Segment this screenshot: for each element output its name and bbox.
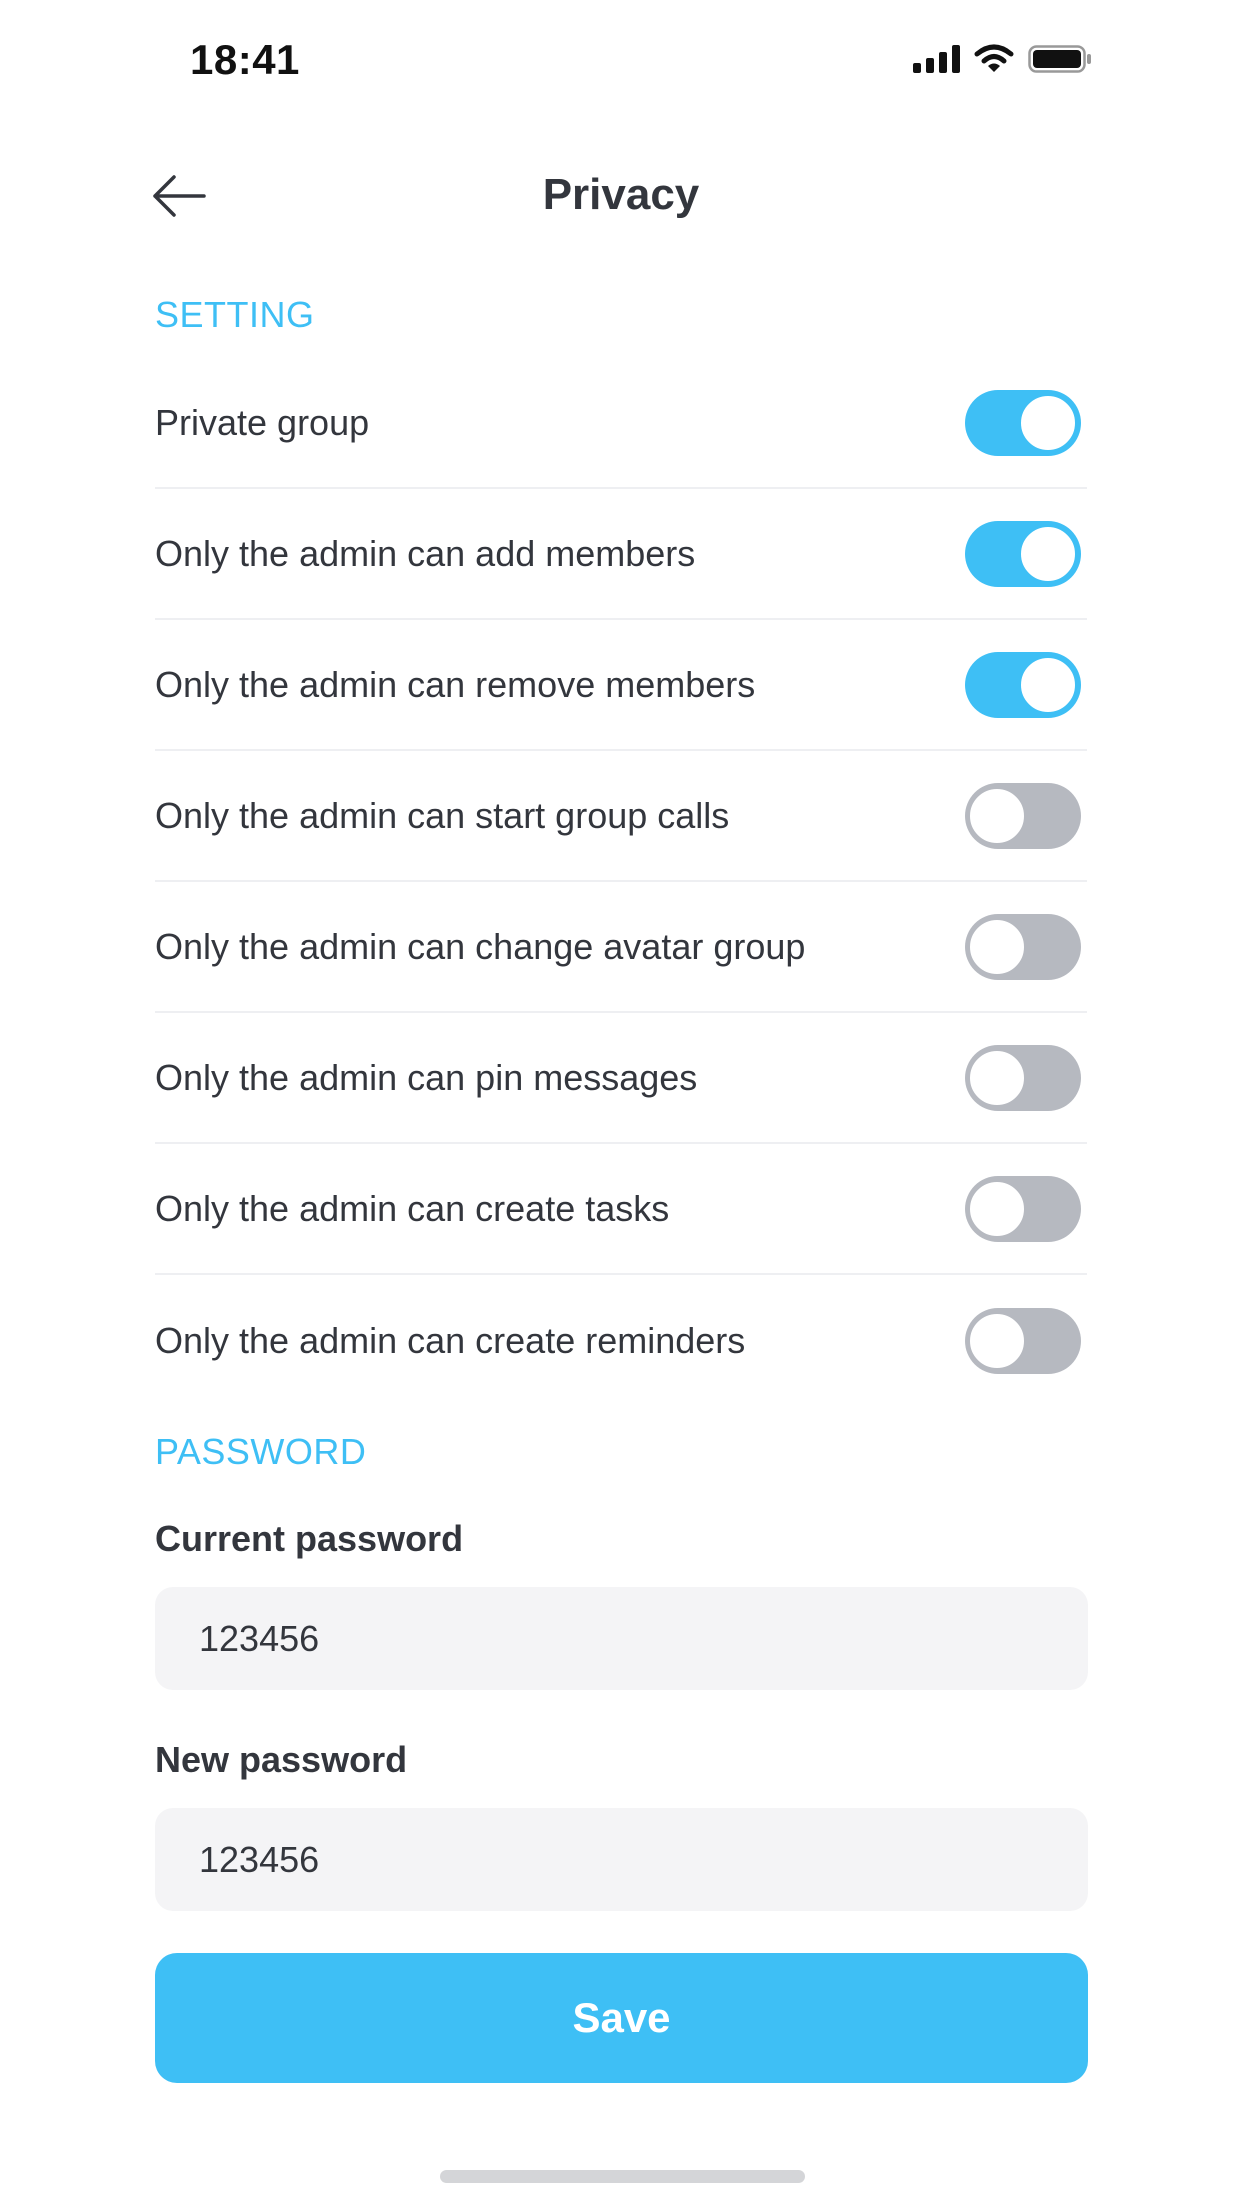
- toggle-label: Only the admin can change avatar group: [155, 925, 806, 967]
- switch-knob: [968, 917, 1026, 976]
- toggle-row-create-reminders: Only the admin can create reminders: [155, 1275, 1087, 1406]
- group-calls-switch[interactable]: [965, 782, 1081, 849]
- create-reminders-switch[interactable]: [965, 1307, 1081, 1374]
- header: Privacy: [0, 150, 1242, 240]
- wifi-icon: [974, 44, 1014, 74]
- status-icons: [913, 44, 1092, 74]
- toggle-row-change-avatar: Only the admin can change avatar group: [155, 882, 1087, 1013]
- toggle-label: Only the admin can remove members: [155, 663, 756, 705]
- password-section-label: PASSWORD: [155, 1431, 367, 1472]
- toggle-label: Only the admin can create reminders: [155, 1319, 746, 1361]
- signal-icon: [913, 45, 960, 73]
- battery-icon: [1028, 44, 1092, 74]
- settings-toggle-list: Private group Only the admin can add mem…: [155, 358, 1087, 1406]
- toggle-row-add-members: Only the admin can add members: [155, 489, 1087, 620]
- add-members-switch[interactable]: [965, 520, 1081, 587]
- switch-knob: [1019, 524, 1077, 583]
- new-password-input[interactable]: [155, 1808, 1088, 1911]
- status-time: 18:41: [190, 36, 300, 83]
- switch-knob: [968, 1179, 1026, 1238]
- remove-members-switch[interactable]: [965, 651, 1081, 718]
- switch-knob: [1019, 393, 1077, 452]
- switch-knob: [968, 1048, 1026, 1107]
- setting-section-label: SETTING: [155, 294, 315, 335]
- current-password-label: Current password: [155, 1518, 464, 1559]
- toggle-label: Only the admin can start group calls: [155, 794, 730, 836]
- toggle-row-private-group: Private group: [155, 358, 1087, 489]
- home-indicator: [440, 2170, 805, 2183]
- toggle-row-remove-members: Only the admin can remove members: [155, 620, 1087, 751]
- pin-messages-switch[interactable]: [965, 1044, 1081, 1111]
- change-avatar-switch[interactable]: [965, 913, 1081, 980]
- toggle-label: Only the admin can pin messages: [155, 1056, 698, 1098]
- private-group-switch[interactable]: [965, 389, 1081, 456]
- toggle-row-group-calls: Only the admin can start group calls: [155, 751, 1087, 882]
- page-title: Privacy: [542, 170, 700, 219]
- toggle-label: Only the admin can add members: [155, 532, 696, 574]
- toggle-row-pin-messages: Only the admin can pin messages: [155, 1013, 1087, 1144]
- toggle-row-create-tasks: Only the admin can create tasks: [155, 1144, 1087, 1275]
- switch-knob: [968, 1311, 1026, 1370]
- save-button[interactable]: Save: [155, 1953, 1088, 2083]
- create-tasks-switch[interactable]: [965, 1175, 1081, 1242]
- toggle-label: Only the admin can create tasks: [155, 1187, 670, 1229]
- switch-knob: [968, 786, 1026, 845]
- switch-knob: [1019, 655, 1077, 714]
- current-password-input[interactable]: [155, 1587, 1088, 1690]
- new-password-label: New password: [155, 1739, 408, 1780]
- status-bar: 18:41: [0, 0, 1242, 126]
- toggle-label: Private group: [155, 401, 370, 443]
